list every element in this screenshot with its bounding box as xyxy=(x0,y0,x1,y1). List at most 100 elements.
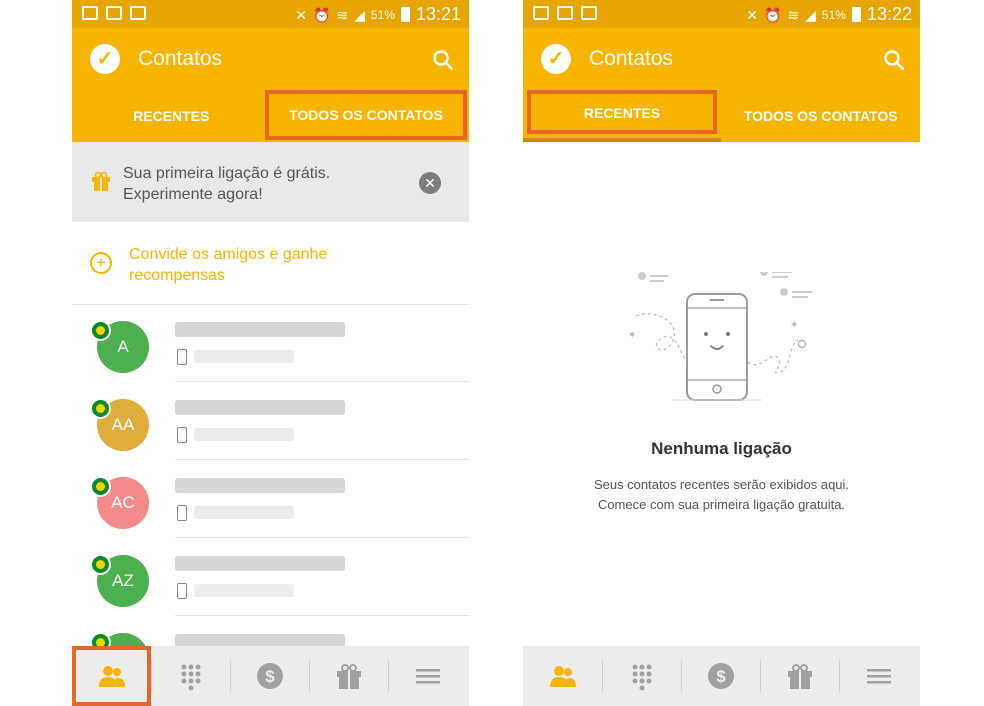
empty-state-message: Seus contatos recentes serão exibidos aq… xyxy=(523,475,920,515)
nav-contacts[interactable] xyxy=(72,646,151,706)
contact-name-blurred xyxy=(175,400,345,415)
dialpad-icon xyxy=(181,664,201,691)
signal-icon: ◢ xyxy=(354,6,365,23)
phone-screen-left: ✕ ⏰ ≋ ◢ 51% 13:21 ✓ Contatos RECENTES TO… xyxy=(72,0,469,706)
nav-credit[interactable]: $ xyxy=(230,646,309,706)
invite-line-1: Convide os amigos e ganhe xyxy=(129,246,328,263)
contacts-icon xyxy=(99,666,125,687)
app-logo: ✓ xyxy=(541,44,571,74)
nav-menu[interactable] xyxy=(839,646,918,706)
wifi-icon: ≋ xyxy=(787,6,800,23)
status-bar: ✕ ⏰ ≋ ◢ 51% 13:21 xyxy=(72,0,469,28)
app-bar: ✓ Contatos xyxy=(523,28,920,90)
battery-percent: 51% xyxy=(370,7,395,22)
invite-line-2: recompensas xyxy=(129,267,226,284)
bottom-nav: $ xyxy=(523,646,920,706)
empty-state-line-2: Comece com sua primeira ligação gratuita… xyxy=(597,497,846,512)
menu-icon xyxy=(867,669,891,684)
battery-percent: 51% xyxy=(821,7,846,22)
empty-phone-illustration: ✶ ✶ xyxy=(628,272,812,401)
page-title: Contatos xyxy=(138,47,223,70)
empty-state-title: Nenhuma ligação xyxy=(651,439,792,458)
page-title: Contatos xyxy=(589,47,674,70)
phone-icon xyxy=(177,427,187,443)
list-item[interactable]: A xyxy=(72,304,469,382)
image-notification-icon xyxy=(533,6,549,20)
bottom-nav: $ xyxy=(72,646,469,706)
brazil-flag-icon xyxy=(90,398,111,419)
signal-icon: ◢ xyxy=(805,6,816,23)
mute-icon: ✕ xyxy=(295,6,307,23)
menu-icon xyxy=(416,669,440,684)
status-bar: ✕ ⏰ ≋ ◢ 51% 13:22 xyxy=(523,0,920,28)
contact-name-blurred xyxy=(175,478,345,493)
image-notification-icon xyxy=(82,6,98,20)
message-notification-icon xyxy=(130,6,146,20)
contact-number-blurred xyxy=(194,506,294,519)
tab-bar: RECENTES TODOS OS CONTATOS xyxy=(72,90,469,142)
invite-text: Convide os amigos e ganhe recompensas xyxy=(129,244,327,286)
alarm-icon: ⏰ xyxy=(763,6,782,23)
tab-recentes[interactable]: RECENTES xyxy=(72,90,271,142)
nav-menu[interactable] xyxy=(388,646,467,706)
contact-name-blurred xyxy=(175,634,345,646)
list-item[interactable]: AZ xyxy=(72,538,469,616)
gmail-notification-icon xyxy=(106,6,122,20)
contacts-icon xyxy=(550,666,576,687)
contact-name-blurred xyxy=(175,322,345,337)
nav-dialpad[interactable] xyxy=(602,646,681,706)
brazil-flag-icon xyxy=(90,632,111,646)
nav-credit[interactable]: $ xyxy=(681,646,760,706)
nav-gift[interactable] xyxy=(309,646,388,706)
add-circle-icon: + xyxy=(90,252,112,274)
list-item[interactable] xyxy=(72,616,469,646)
brazil-flag-icon xyxy=(90,476,111,497)
battery-icon xyxy=(400,7,410,22)
tab-todos-os-contatos[interactable]: TODOS OS CONTATOS xyxy=(722,90,921,142)
clock: 13:21 xyxy=(415,4,461,24)
list-item[interactable]: AA xyxy=(72,382,469,460)
invite-friends-row[interactable]: + Convide os amigos e ganhe recompensas xyxy=(72,222,469,305)
credit-icon: $ xyxy=(257,663,283,689)
gift-icon xyxy=(337,664,361,689)
clock: 13:22 xyxy=(866,4,912,24)
close-icon[interactable]: ✕ xyxy=(419,172,441,194)
nav-dialpad[interactable] xyxy=(151,646,230,706)
contact-list: A AA AC AZ xyxy=(72,304,469,646)
mute-icon: ✕ xyxy=(746,6,758,23)
svg-text:$: $ xyxy=(265,667,275,686)
contact-name-blurred xyxy=(175,556,345,571)
contact-number-blurred xyxy=(194,350,294,363)
contact-number-blurred xyxy=(194,428,294,441)
gift-icon xyxy=(92,171,110,191)
gmail-notification-icon xyxy=(557,6,573,20)
phone-icon xyxy=(177,583,187,599)
nav-contacts[interactable] xyxy=(523,646,602,706)
tab-todos-os-contatos[interactable]: TODOS OS CONTATOS xyxy=(265,90,467,140)
search-icon[interactable] xyxy=(882,48,906,72)
tab-recentes[interactable]: RECENTES xyxy=(527,90,717,134)
search-icon[interactable] xyxy=(431,48,455,72)
app-logo: ✓ xyxy=(90,44,120,74)
nav-gift[interactable] xyxy=(760,646,839,706)
alarm-icon: ⏰ xyxy=(312,6,331,23)
dialpad-icon xyxy=(632,664,652,691)
svg-text:✶: ✶ xyxy=(790,320,798,331)
empty-state: ✶ ✶ Nenhuma ligação Seus contatos recent… xyxy=(523,142,920,646)
tab-bar: RECENTES TODOS OS CONTATOS xyxy=(523,90,920,142)
phone-icon xyxy=(177,349,187,365)
brazil-flag-icon xyxy=(90,554,111,575)
empty-state-line-1: Seus contatos recentes serão exibidos aq… xyxy=(593,477,850,492)
svg-text:$: $ xyxy=(716,667,726,686)
battery-icon xyxy=(851,7,861,22)
app-bar: ✓ Contatos xyxy=(72,28,469,90)
promo-banner[interactable]: Sua primeira ligação é grátis. Experimen… xyxy=(72,142,469,222)
svg-text:✶: ✶ xyxy=(628,330,636,341)
gift-icon xyxy=(788,664,812,689)
phone-icon xyxy=(177,505,187,521)
list-item[interactable]: AC xyxy=(72,460,469,538)
phone-screen-right: ✕ ⏰ ≋ ◢ 51% 13:22 ✓ Contatos RECENTES TO… xyxy=(523,0,920,706)
promo-line-1: Sua primeira ligação é grátis. xyxy=(123,165,331,182)
promo-text: Sua primeira ligação é grátis. Experimen… xyxy=(123,163,330,205)
contact-number-blurred xyxy=(194,584,294,597)
